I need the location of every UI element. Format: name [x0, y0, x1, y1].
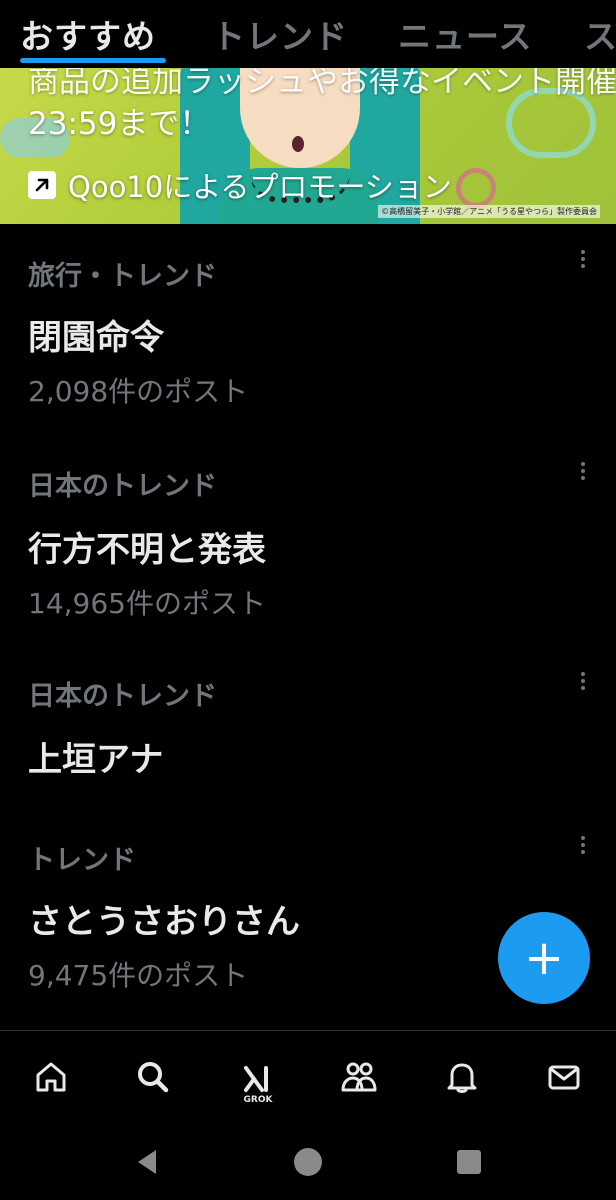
- trend-category: 旅行・トレンド: [28, 261, 217, 292]
- active-tab-indicator: [20, 58, 166, 63]
- trend-item[interactable]: 旅行・トレンド 閉園命令 2,098件のポスト: [0, 224, 616, 438]
- home-icon[interactable]: [31, 1057, 71, 1097]
- bottom-navigation: GROK: [0, 1030, 616, 1126]
- promoted-by: Qoo10によるプロモーション: [28, 164, 452, 206]
- back-icon[interactable]: [132, 1146, 164, 1182]
- trend-category: トレンド: [28, 845, 136, 876]
- promo-headline-clipped: 商品の追加ラッシュやお得なイベント開催: [28, 68, 616, 100]
- promo-copyright: ©高橋留美子・小学館／アニメ「うる星やつら」製作委員会: [378, 205, 600, 218]
- trend-post-count: 9,475件のポスト: [28, 959, 249, 992]
- tab-trending[interactable]: トレンド: [212, 10, 348, 58]
- messages-icon[interactable]: [544, 1057, 584, 1097]
- promoted-arrow-icon: [28, 171, 56, 199]
- tab-news[interactable]: ニュース: [398, 10, 532, 58]
- plus-icon: +: [523, 930, 565, 986]
- more-options-icon[interactable]: [580, 250, 586, 272]
- system-navigation-bar: [0, 1126, 616, 1200]
- trend-title: 行方不明と発表: [28, 530, 266, 570]
- promoted-trend-banner[interactable]: 商品の追加ラッシュやお得なイベント開催 23:59まで！ Qoo10によるプロモ…: [0, 68, 616, 224]
- trend-item[interactable]: 日本のトレンド 行方不明と発表 14,965件のポスト: [0, 438, 616, 652]
- compose-post-button[interactable]: +: [498, 912, 590, 1004]
- trend-title: 閉園命令: [28, 318, 164, 358]
- notifications-icon[interactable]: [442, 1057, 482, 1097]
- promoted-label: Qoo10によるプロモーション: [68, 170, 452, 204]
- promo-headline: 23:59まで！: [28, 106, 211, 142]
- tab-recommended[interactable]: おすすめ: [20, 10, 156, 58]
- tab-sports[interactable]: ス: [584, 10, 616, 58]
- banner-decoration: [456, 168, 496, 208]
- trend-title: さとうさおりさん: [28, 902, 300, 942]
- recents-icon[interactable]: [454, 1146, 484, 1182]
- trend-category: 日本のトレンド: [28, 681, 217, 712]
- trend-item[interactable]: 日本のトレンド 上垣アナ: [0, 652, 616, 816]
- trend-post-count: 2,098件のポスト: [28, 375, 249, 408]
- grok-label: GROK: [243, 1095, 273, 1105]
- more-options-icon[interactable]: [580, 672, 586, 694]
- trend-title: 上垣アナ: [28, 740, 164, 780]
- home-button-icon[interactable]: [292, 1146, 324, 1182]
- grok-icon[interactable]: GROK: [236, 1057, 280, 1105]
- trend-category: 日本のトレンド: [28, 471, 217, 502]
- communities-icon[interactable]: [339, 1057, 379, 1097]
- more-options-icon[interactable]: [580, 462, 586, 484]
- search-icon[interactable]: [133, 1057, 173, 1097]
- more-options-icon[interactable]: [580, 836, 586, 858]
- top-tabs: おすすめ トレンド ニュース ス: [0, 0, 616, 68]
- trend-post-count: 14,965件のポスト: [28, 587, 266, 620]
